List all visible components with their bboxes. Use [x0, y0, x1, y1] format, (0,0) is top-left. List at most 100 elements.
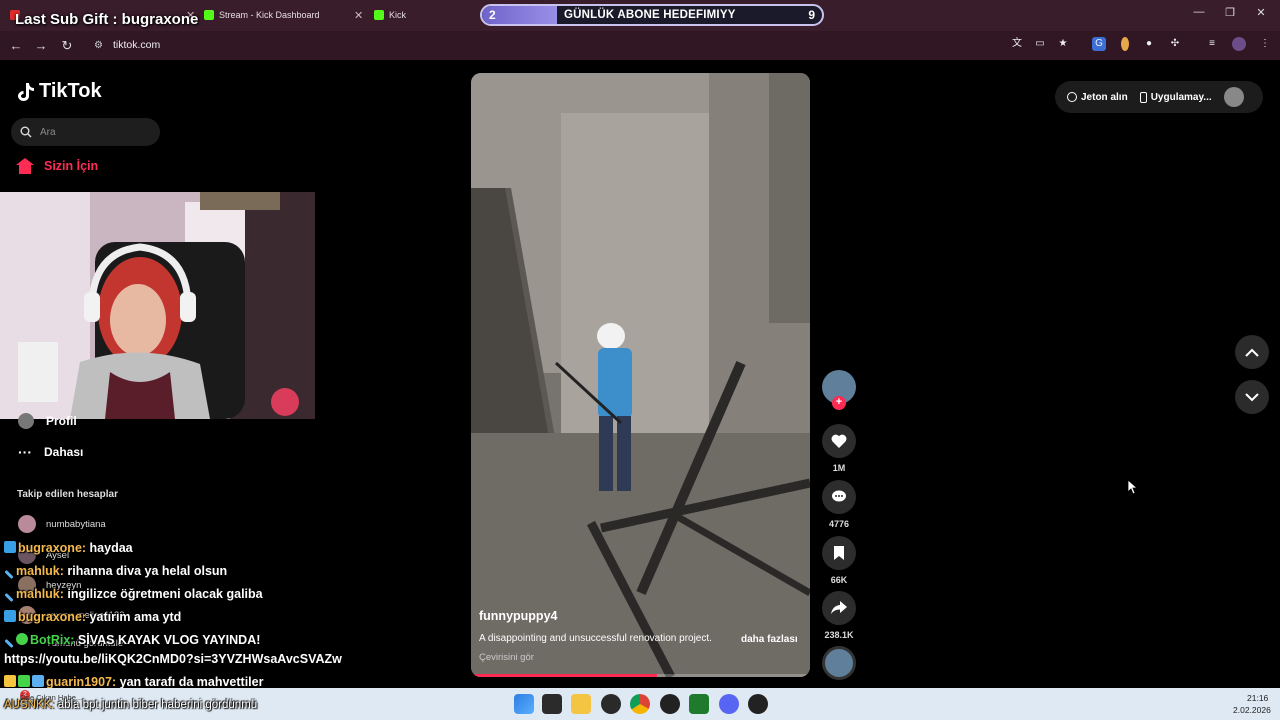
site-info-icon[interactable]: ⚙ — [94, 40, 103, 51]
nav-more[interactable]: ··· Dahası — [18, 444, 83, 460]
chat-text: yan tarafı da mahvettiler — [116, 675, 264, 689]
account-name: numbabytiana — [46, 518, 106, 530]
get-coins-button[interactable]: Jeton alın — [1067, 92, 1128, 103]
chat-message: bugraxone: yatırım ama ytd — [4, 610, 181, 624]
music-disc-icon — [822, 646, 856, 680]
tab-kick-dashboard[interactable]: Stream - Kick Dashboard ✕ — [196, 4, 364, 26]
app-g-icon[interactable] — [660, 694, 680, 714]
video-progress-fill — [471, 674, 658, 677]
comment-count: 4776 — [828, 519, 850, 529]
save-count: 66K — [830, 575, 848, 585]
tab-kick[interactable]: Kick — [366, 4, 466, 26]
like-button[interactable]: 1M — [822, 424, 856, 473]
author-avatar-button[interactable]: + — [822, 370, 856, 410]
extensions-puzzle-icon[interactable]: ✣ — [1168, 37, 1182, 51]
maximize-icon[interactable]: ❐ — [1215, 6, 1245, 19]
translate-icon[interactable]: 文 — [1010, 37, 1024, 51]
followed-account[interactable]: numbabytiana — [18, 515, 106, 533]
comment-button[interactable]: 4776 — [822, 480, 856, 529]
clock-time[interactable]: 21:16 — [1247, 693, 1268, 703]
menu-kebab-icon[interactable]: ⋮ — [1258, 37, 1272, 51]
save-button[interactable]: 66K — [822, 536, 856, 585]
close-tab-icon[interactable]: ✕ — [354, 9, 363, 22]
video-frame — [471, 73, 810, 677]
search-input[interactable]: Ara — [11, 118, 160, 146]
home-icon — [16, 158, 34, 174]
cast-icon[interactable]: ▭ — [1033, 37, 1047, 51]
chat-badge-icon — [18, 675, 30, 687]
previous-video-button[interactable] — [1235, 335, 1269, 369]
url-field[interactable]: ⚙ tiktok.com — [86, 35, 1086, 55]
bookmark-star-icon[interactable]: ★ — [1056, 37, 1070, 51]
extension-icon[interactable] — [1121, 37, 1129, 51]
tiktok-note-icon — [18, 82, 34, 101]
chat-username: bugraxone: — [18, 541, 87, 555]
see-more-link[interactable]: daha fazlası — [741, 634, 798, 645]
windows-start-icon[interactable] — [514, 694, 534, 714]
video-player[interactable]: funnypuppy4 A disappointing and unsucces… — [471, 73, 810, 677]
extension-translate-icon[interactable]: G — [1092, 37, 1106, 51]
follow-plus-icon[interactable]: + — [832, 396, 846, 410]
chevron-down-icon — [1245, 392, 1259, 401]
search-icon — [20, 126, 32, 138]
goal-label: GÜNLÜK ABONE HEDEFIMIYY — [564, 9, 736, 21]
user-avatar[interactable] — [1223, 87, 1244, 107]
app-g2-icon[interactable] — [748, 694, 768, 714]
chat-message: bugraxone: haydaa — [4, 541, 133, 555]
close-window-icon[interactable]: ✕ — [1246, 6, 1276, 19]
clock-date[interactable]: 2.02.2026 — [1233, 705, 1271, 715]
video-description: A disappointing and unsuccessful renovat… — [479, 633, 712, 644]
app-green-icon[interactable] — [689, 694, 709, 714]
video-author[interactable]: funnypuppy4 — [479, 609, 557, 623]
chat-text: yatırım ama ytd — [86, 610, 182, 624]
subscriber-goal-bar: 2 GÜNLÜK ABONE HEDEFIMIYY 9 — [480, 4, 824, 26]
heart-icon — [822, 424, 856, 458]
profile-avatar-icon — [18, 413, 34, 429]
forward-icon[interactable]: → — [32, 38, 50, 53]
reading-list-icon[interactable]: ≡ — [1205, 37, 1219, 51]
tiktok-logo[interactable]: TikTok — [17, 80, 102, 103]
share-button[interactable]: 238.1K — [822, 591, 856, 640]
back-icon[interactable]: ← — [7, 38, 25, 53]
get-app-label: Uygulamay... — [1150, 91, 1212, 103]
extension-ghost-icon[interactable]: ● — [1142, 37, 1156, 51]
next-video-button[interactable] — [1235, 380, 1269, 414]
kick-favicon-icon — [204, 10, 214, 20]
comment-icon — [822, 480, 856, 514]
bookmark-icon — [822, 536, 856, 570]
chat-username: guarin1907: — [46, 675, 117, 689]
chat-message: AUSNKK: abla bpt juntin biber haberini g… — [4, 699, 257, 711]
chat-username: AUSNKK: — [4, 699, 55, 711]
file-explorer-icon[interactable] — [571, 694, 591, 714]
kick-favicon-icon — [374, 10, 384, 20]
tab-label: Kick — [389, 10, 407, 20]
webcam-overlay — [0, 192, 315, 419]
see-translation-link[interactable]: Çevirisini gör — [479, 652, 534, 663]
chat-text: abla bpt juntin biber haberini gördünmü — [54, 699, 258, 711]
get-app-button[interactable]: Uygulamay... — [1139, 91, 1212, 103]
minimize-icon[interactable]: — — [1184, 6, 1214, 18]
nav-profile[interactable]: Profil — [18, 413, 77, 429]
chat-text: SİVAS KAYAK VLOG YAYINDA! — [74, 633, 261, 647]
chat-badge-icon — [4, 610, 16, 622]
chat-badge-icon — [4, 541, 16, 553]
task-view-icon[interactable] — [542, 694, 562, 714]
get-coins-label: Jeton alın — [1081, 91, 1128, 103]
profile-avatar-icon[interactable] — [1232, 37, 1246, 51]
like-count: 1M — [832, 463, 846, 473]
share-icon — [822, 591, 856, 625]
goal-current: 2 — [489, 8, 496, 22]
discord-icon[interactable] — [719, 694, 739, 714]
last-sub-overlay: Last Sub Gift : bugraxone — [15, 11, 199, 28]
chat-username: bugraxone: — [18, 610, 87, 624]
obs-icon[interactable] — [601, 694, 621, 714]
music-disc-button[interactable] — [822, 646, 856, 680]
chat-sword-icon — [4, 569, 14, 580]
chrome-icon[interactable] — [630, 694, 650, 714]
account-avatar — [18, 515, 36, 533]
reload-icon[interactable]: ↻ — [58, 38, 76, 54]
chat-text: rihanna diva ya helal olsun — [63, 564, 228, 578]
goal-target: 9 — [808, 8, 815, 22]
chat-text: https://youtu.be/liKQK2CnMD0?si=3YVZHWsa… — [4, 652, 342, 666]
nav-for-you[interactable]: Sizin İçin — [16, 158, 98, 174]
